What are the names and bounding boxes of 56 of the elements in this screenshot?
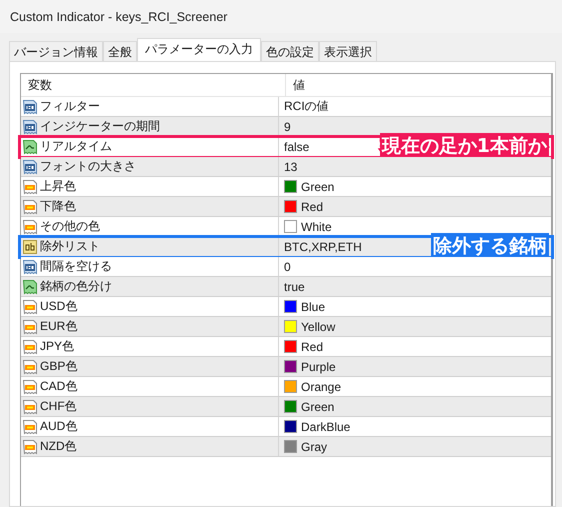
boolean-type-icon bbox=[23, 138, 37, 154]
tab[interactable]: パラメーターの入力 bbox=[137, 38, 261, 61]
color-type-icon bbox=[23, 198, 37, 214]
parameter-name: EUR色 bbox=[40, 318, 78, 335]
parameter-value[interactable]: Gray bbox=[301, 440, 328, 454]
parameter-name: リアルタイム bbox=[40, 138, 112, 155]
parameter-value[interactable]: 13 bbox=[284, 160, 298, 174]
parameter-value[interactable]: Yellow bbox=[301, 320, 336, 334]
parameter-value[interactable]: 9 bbox=[284, 120, 291, 134]
tab[interactable]: 表示選択 bbox=[319, 41, 377, 61]
tab[interactable]: 色の設定 bbox=[261, 41, 319, 61]
callout-label: 除外する銘柄 bbox=[431, 233, 549, 259]
parameter-name: GBP色 bbox=[40, 358, 78, 375]
parameter-name: AUD色 bbox=[40, 418, 78, 435]
parameter-name: 銘柄の色分け bbox=[40, 278, 112, 295]
parameter-value[interactable]: true bbox=[284, 280, 305, 294]
parameter-value[interactable]: BTC,XRP,ETH bbox=[284, 240, 362, 254]
parameter-name: フォントの大きさ bbox=[40, 158, 136, 175]
parameter-name: USD色 bbox=[40, 298, 78, 315]
column-header[interactable]: 変数 bbox=[21, 74, 286, 96]
parameter-name: 除外リスト bbox=[40, 238, 100, 255]
parameter-name: NZD色 bbox=[40, 438, 77, 455]
parameter-value[interactable]: Orange bbox=[301, 380, 342, 394]
parameter-value[interactable]: Red bbox=[301, 200, 324, 214]
parameter-name: JPY色 bbox=[40, 338, 74, 355]
number-type-icon bbox=[23, 158, 37, 174]
parameter-name: 間隔を空ける bbox=[40, 258, 112, 275]
parameter-name: インジケーターの期間 bbox=[40, 118, 160, 135]
tab[interactable]: バージョン情報 bbox=[9, 41, 103, 61]
parameter-value[interactable]: White bbox=[301, 220, 332, 234]
parameter-name: CAD色 bbox=[40, 378, 78, 395]
parameter-name: 上昇色 bbox=[40, 178, 76, 195]
parameter-value[interactable]: Green bbox=[301, 180, 334, 194]
parameter-value[interactable]: false bbox=[284, 140, 310, 154]
parameter-name: フィルター bbox=[40, 98, 100, 115]
tab[interactable]: 全般 bbox=[103, 41, 137, 61]
parameter-value[interactable]: Red bbox=[301, 340, 324, 354]
color-type-icon bbox=[23, 438, 37, 454]
parameter-name: CHF色 bbox=[40, 398, 77, 415]
color-type-icon bbox=[23, 318, 37, 334]
parameter-value[interactable]: Purple bbox=[301, 360, 336, 374]
parameter-value[interactable]: RCIの値 bbox=[284, 98, 329, 115]
color-type-icon bbox=[23, 358, 37, 374]
column-header[interactable]: 値 bbox=[286, 74, 305, 96]
window-title: Custom Indicator - keys_RCI_Screener bbox=[10, 10, 228, 24]
parameter-name: 下降色 bbox=[40, 198, 76, 215]
parameter-name: その他の色 bbox=[40, 218, 100, 235]
parameter-value[interactable]: DarkBlue bbox=[301, 420, 350, 434]
boolean-type-icon bbox=[23, 278, 37, 294]
parameter-value[interactable]: Blue bbox=[301, 300, 326, 314]
text-type-icon bbox=[23, 238, 37, 254]
parameter-value[interactable]: 0 bbox=[284, 260, 291, 274]
callout-label: 現在の足か1本前か bbox=[380, 133, 549, 159]
color-type-icon bbox=[23, 398, 37, 414]
number-type-icon bbox=[23, 118, 37, 134]
parameter-value[interactable]: Green bbox=[301, 400, 334, 414]
